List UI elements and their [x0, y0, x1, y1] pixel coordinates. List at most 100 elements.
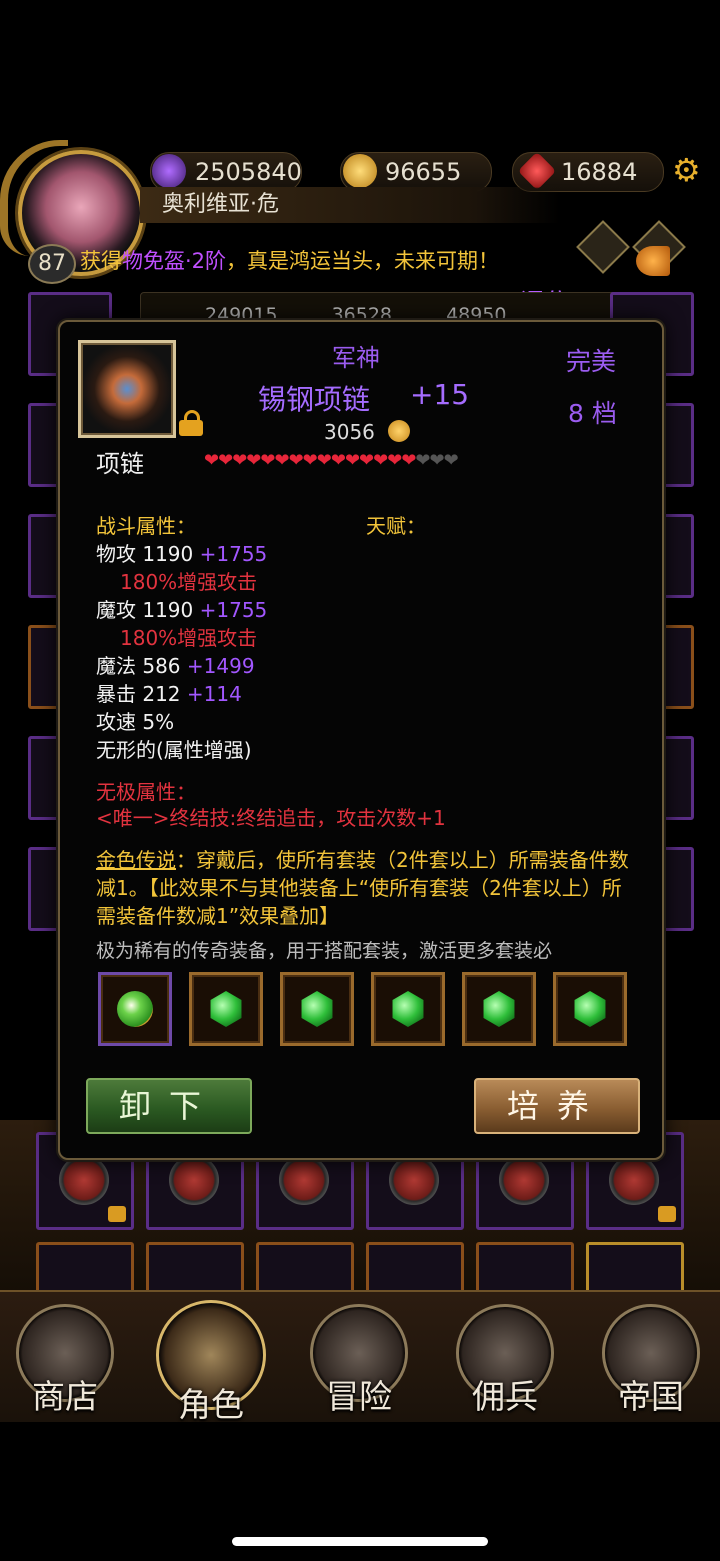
- badge-emblem-icon: [499, 1155, 549, 1205]
- nav-mercenary-label: 佣兵: [472, 1377, 538, 1416]
- gold-coin-icon: [343, 154, 377, 188]
- level-badge: 87: [28, 244, 76, 284]
- emerald-icon: [301, 991, 333, 1027]
- energy-value: 2505840: [195, 158, 302, 186]
- nav-adventure[interactable]: 冒险: [304, 1304, 414, 1424]
- heart-filled-icon: ❤: [387, 450, 402, 471]
- nav-adventure-label: 冒险: [326, 1377, 392, 1416]
- gem-socket[interactable]: [189, 972, 263, 1046]
- player-name: 奥利维亚·危: [140, 187, 560, 223]
- stat-sub: 180%增强攻击: [120, 626, 258, 650]
- home-indicator[interactable]: [232, 1537, 488, 1546]
- heart-filled-icon: ❤: [373, 450, 388, 471]
- necklace-item-icon: [78, 340, 176, 438]
- heart-filled-icon: ❤: [218, 450, 233, 471]
- legend-body: ：穿戴后，使所有套装（2件套以上）所需装备件数减1。【此效果不与其他装备上“使所…: [96, 848, 629, 928]
- stat-line: 魔攻 1190 +1755: [96, 596, 267, 624]
- badge-emblem-icon: [169, 1155, 219, 1205]
- marquee-prefix: 获得: [80, 249, 122, 273]
- nav-shop[interactable]: 商店: [10, 1304, 120, 1424]
- marquee-item: 物免盔·2阶: [122, 249, 227, 273]
- cultivate-button[interactable]: 培养: [474, 1078, 640, 1134]
- stat-line: 无形的(属性增强): [96, 738, 252, 762]
- nav-mercenary[interactable]: 佣兵: [450, 1304, 560, 1424]
- emerald-icon: [392, 991, 424, 1027]
- megaphone-icon[interactable]: [636, 246, 670, 276]
- stat-line: 暴击 212 +114: [96, 680, 242, 708]
- item-enhance-level: +15: [410, 378, 470, 411]
- heart-filled-icon: ❤: [232, 450, 247, 471]
- ultimate-attribute-line: <唯一>终结技:终结追击，攻击次数+1: [96, 806, 446, 830]
- heart-filled-icon: ❤: [316, 450, 332, 471]
- stat-label: 魔法 586: [96, 654, 187, 678]
- item-quality: 完美: [566, 347, 617, 376]
- emerald-icon: [483, 991, 515, 1027]
- item-price: 3056: [324, 420, 375, 444]
- legend-label: 金色传说: [96, 848, 176, 872]
- heart-filled-icon: ❤: [302, 450, 318, 471]
- heart-filled-icon: ❤: [330, 450, 346, 471]
- badge-emblem-icon: [59, 1155, 109, 1205]
- heart-filled-icon: ❤: [204, 450, 219, 471]
- golden-legend-text: 金色传说：穿戴后，使所有套装（2件套以上）所需装备件数减1。【此效果不与其他装备…: [96, 846, 636, 930]
- stat-bonus: +1755: [199, 598, 268, 622]
- lock-icon[interactable]: [178, 410, 204, 436]
- heart-filled-icon: ❤: [288, 450, 304, 471]
- stat-sub: 180%增强攻击: [120, 570, 258, 594]
- lock-icon: [658, 1206, 676, 1222]
- gem-socket[interactable]: [371, 972, 445, 1046]
- slot-label: 项链: [96, 450, 144, 478]
- stat-bonus: +114: [186, 682, 242, 706]
- gear-icon[interactable]: ⚙: [672, 154, 704, 186]
- badge-emblem-icon: [609, 1155, 659, 1205]
- gem-value: 16884: [561, 158, 638, 186]
- gem-socket[interactable]: [462, 972, 536, 1046]
- heart-filled-icon: ❤: [274, 450, 289, 471]
- item-name: 锡钢项链: [258, 383, 371, 416]
- gold-coin-icon: [388, 420, 410, 442]
- nav-character[interactable]: 角色: [156, 1300, 266, 1424]
- stat-label: 暴击 212: [96, 682, 187, 706]
- enhance-hearts: ❤❤❤❤❤❤❤❤❤❤❤❤❤❤❤❤❤❤: [204, 450, 459, 471]
- heart-filled-icon: ❤: [260, 450, 275, 471]
- nav-empire[interactable]: 帝国: [596, 1304, 706, 1424]
- nav-character-label: 角色: [178, 1385, 244, 1424]
- stat-bonus: +1499: [186, 654, 255, 678]
- emerald-icon: [574, 991, 606, 1027]
- combat-attributes-title: 战斗属性：: [96, 514, 196, 538]
- announcement-marquee: 获得物免盔·2阶，真是鸿运当头，未来可期！: [80, 246, 610, 276]
- nav-empire-label: 帝国: [618, 1377, 684, 1416]
- item-description: 极为稀有的传奇装备，用于搭配套装，激活更多套装必: [96, 940, 553, 962]
- gem-socket[interactable]: [553, 972, 627, 1046]
- item-grade: 8 档: [568, 399, 617, 428]
- marquee-suffix: ，真是鸿运当头，未来可期！: [226, 249, 500, 273]
- heart-filled-icon: ❤: [344, 450, 360, 471]
- ultimate-attributes-title: 无极属性：: [96, 780, 196, 804]
- stat-label: 魔攻 1190: [96, 598, 200, 622]
- heart-empty-icon: ❤: [443, 450, 459, 471]
- item-detail-modal: 项链 军神 锡钢项链 +15 3056 完美 8 档 ❤❤❤❤❤❤❤❤❤❤❤❤❤…: [58, 320, 664, 1160]
- heart-filled-icon: ❤: [359, 450, 374, 471]
- stat-label: 物攻 1190: [96, 542, 200, 566]
- badge-emblem-icon: [279, 1155, 329, 1205]
- badge-emblem-icon: [389, 1155, 439, 1205]
- gold-value: 96655: [385, 158, 462, 186]
- item-rarity: 军神: [332, 344, 380, 372]
- unequip-button[interactable]: 卸下: [86, 1078, 252, 1134]
- stat-bonus: +1755: [199, 542, 268, 566]
- gem-socket[interactable]: [280, 972, 354, 1046]
- heart-filled-icon: ❤: [246, 450, 261, 471]
- nav-shop-label: 商店: [32, 1377, 98, 1416]
- stat-line: 攻速 5%: [96, 710, 175, 734]
- emerald-icon: [210, 991, 242, 1027]
- gem-socket[interactable]: [98, 972, 172, 1046]
- emerald-round-icon: [117, 991, 153, 1027]
- stat-line: 魔法 586 +1499: [96, 652, 255, 680]
- stat-line: 物攻 1190 +1755: [96, 540, 267, 568]
- lock-icon: [108, 1206, 126, 1222]
- heart-filled-icon: ❤: [401, 450, 416, 471]
- sword-energy-icon: [152, 154, 186, 188]
- heart-empty-icon: ❤: [429, 450, 445, 471]
- heart-empty-icon: ❤: [415, 450, 430, 471]
- talent-title: 天赋：: [366, 514, 426, 538]
